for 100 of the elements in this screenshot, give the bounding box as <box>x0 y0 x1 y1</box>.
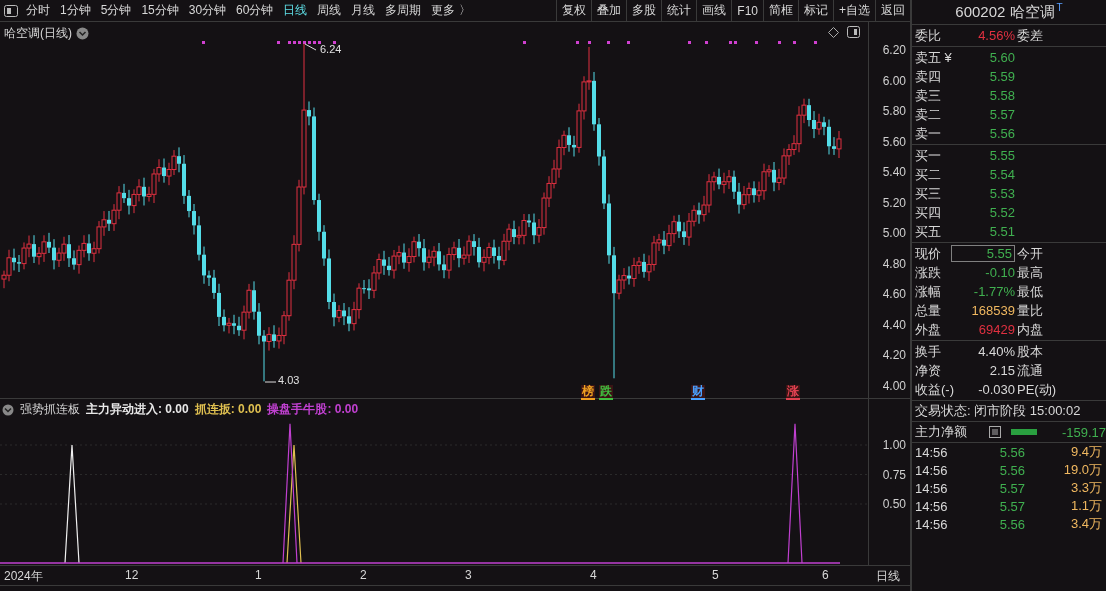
bid-price: 5.51 <box>988 224 1015 239</box>
ask-label: 卖二 <box>915 105 942 124</box>
diamond-icon[interactable] <box>828 26 839 38</box>
trade-time: 14:56 <box>915 444 949 460</box>
row-label: 涨跌 <box>915 263 942 282</box>
chevron-down-icon[interactable] <box>2 403 14 416</box>
trade-volume: 9.4万 <box>1069 443 1103 461</box>
bid-label: 买二 <box>915 165 942 184</box>
period-tab[interactable]: 60分钟 <box>231 2 279 19</box>
price-tick: 5.00 <box>882 226 906 241</box>
row-label: 委差 <box>1016 26 1044 45</box>
toolbar-button[interactable]: 简框 <box>763 0 798 21</box>
ask-label: 卖五 ¥ <box>915 48 953 67</box>
ask-label: 卖三 <box>915 86 942 105</box>
period-tab[interactable]: 5分钟 <box>95 2 137 19</box>
price-tick: 4.20 <box>882 348 906 363</box>
trade-price: 5.56 <box>998 516 1025 532</box>
row-label: 最高 <box>1016 263 1044 282</box>
toolbar-button[interactable]: 返回 <box>875 0 910 21</box>
row-label: 今开 <box>1016 244 1044 263</box>
period-tab[interactable]: 月线 <box>346 2 381 19</box>
trade-volume: 3.4万 <box>1069 515 1103 533</box>
date-label: 1 <box>255 568 262 582</box>
trade-time: 14:56 <box>915 498 949 514</box>
row-label: 股本 <box>1016 342 1044 361</box>
ask-price: 5.57 <box>988 107 1015 122</box>
toolbar-button[interactable]: 画线 <box>696 0 732 21</box>
period-tab[interactable]: 周线 <box>312 2 347 19</box>
bid-label: 买五 <box>915 222 942 241</box>
bid-label: 买三 <box>915 184 942 203</box>
panel-toggle-icon[interactable] <box>847 26 860 38</box>
leader-line <box>264 381 277 383</box>
bid-price: 5.52 <box>988 205 1015 220</box>
row-label: PE(动) <box>1016 380 1057 399</box>
price-tick: 4.00 <box>882 378 906 393</box>
row-label: 委比 <box>915 26 942 45</box>
ask-price: 5.56 <box>988 126 1015 141</box>
event-tag[interactable]: 榜 <box>581 385 595 400</box>
toolbar-button[interactable]: 多股 <box>626 0 662 21</box>
row-value: 2.15 <box>988 363 1015 378</box>
toolbar-button[interactable]: +自选 <box>833 0 875 21</box>
date-label: 5 <box>712 568 719 582</box>
period-tab[interactable]: 多周期 <box>380 2 427 19</box>
price-tick: 4.40 <box>882 317 906 332</box>
row-value: -0.030 <box>977 382 1015 397</box>
net-flow-value: -159.17 <box>1060 424 1106 440</box>
row-label: 净资 <box>915 361 942 380</box>
price-tick: 5.40 <box>882 165 906 180</box>
indicator-value: 主力异动进入: 0.00 <box>86 401 189 418</box>
bid-price: 5.55 <box>988 148 1015 163</box>
date-label: 6 <box>822 568 829 582</box>
ask-price: 5.59 <box>988 69 1015 84</box>
period-tab[interactable]: 日线 <box>278 2 313 19</box>
row-label: 量比 <box>1016 301 1044 320</box>
toolbar-button[interactable]: 复权 <box>556 0 592 21</box>
net-flow-bar <box>1011 429 1037 435</box>
date-label: 3 <box>465 568 472 582</box>
toolbar-button[interactable]: 叠加 <box>591 0 627 21</box>
panel-toggle-icon[interactable] <box>4 4 18 17</box>
period-tab[interactable]: 30分钟 <box>183 2 232 19</box>
row-value: 4.56% <box>977 28 1015 43</box>
row-value: 168539 <box>970 303 1015 318</box>
period-tab[interactable]: 15分钟 <box>136 2 184 19</box>
chevron-down-icon[interactable] <box>76 27 89 40</box>
event-tag[interactable]: 跌 <box>599 385 613 400</box>
period-tab[interactable]: 1分钟 <box>55 2 96 19</box>
toolbar-button[interactable]: F10 <box>731 0 763 21</box>
toolbar-button[interactable]: 统计 <box>661 0 697 21</box>
stock-title: 600202 哈空调 <box>955 2 1055 22</box>
period-tab[interactable]: 更多 〉 <box>426 2 476 19</box>
row-label: 换手 <box>915 342 942 361</box>
period-tab[interactable]: 分时 <box>21 2 55 19</box>
trade-price: 5.56 <box>998 462 1025 478</box>
toolbar-button[interactable]: 标记 <box>798 0 833 21</box>
trade-price: 5.57 <box>998 480 1025 496</box>
event-tag[interactable]: 财 <box>691 385 705 400</box>
bid-price: 5.54 <box>988 167 1015 182</box>
chart-title: 哈空调(日线) <box>4 25 72 42</box>
trade-volume: 3.3万 <box>1069 479 1103 497</box>
ask-price: 5.58 <box>988 88 1015 103</box>
row-value: 69429 <box>977 322 1015 337</box>
bid-price: 5.53 <box>988 186 1015 201</box>
row-value: 5.55 <box>951 245 1015 262</box>
price-tick: 5.60 <box>882 134 906 149</box>
list-icon[interactable] <box>989 426 1001 438</box>
row-value: 4.40% <box>977 344 1015 359</box>
low-price-label: 4.03 <box>278 374 300 386</box>
trade-volume: 19.0万 <box>1062 461 1103 479</box>
indicator-name: 强势抓连板 <box>20 401 80 418</box>
high-price-label: 6.24 <box>320 43 342 55</box>
trade-time: 14:56 <box>915 480 949 496</box>
indicator-tick: 0.50 <box>882 497 906 511</box>
trade-status: 交易状态: 闭市阶段 15:00:02 <box>915 402 1081 420</box>
price-tick: 4.80 <box>882 256 906 271</box>
row-label: 外盘 <box>915 320 942 339</box>
indicator-tick: 0.75 <box>882 467 906 482</box>
date-label: 12 <box>125 568 139 582</box>
row-value: -0.10 <box>984 265 1015 280</box>
event-tag[interactable]: 涨 <box>786 385 800 400</box>
period-label: 日线 <box>876 568 900 585</box>
